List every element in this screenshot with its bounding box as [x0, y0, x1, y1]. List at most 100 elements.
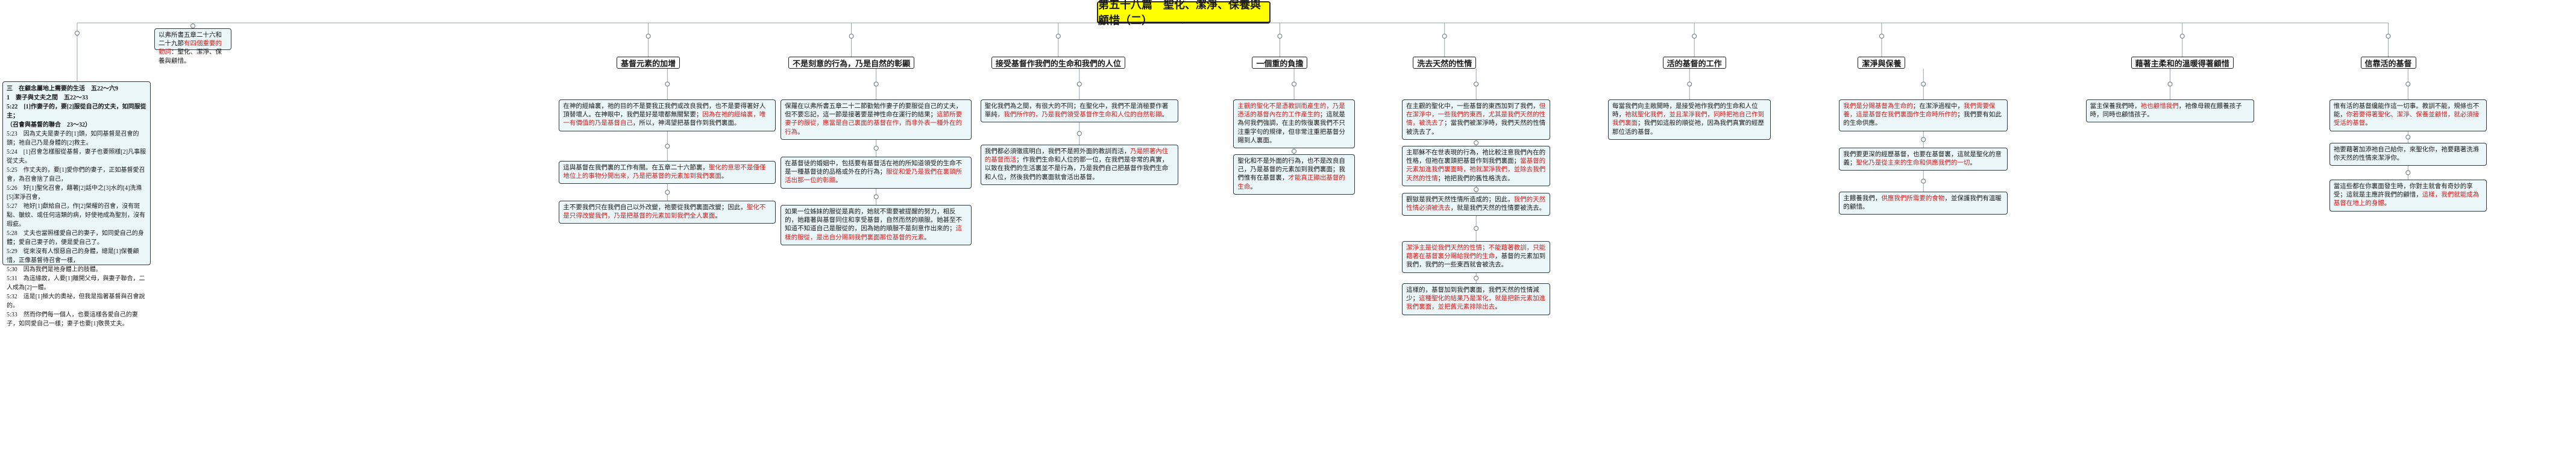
connector-node: [849, 34, 854, 39]
connector-node: [665, 190, 670, 195]
diagram-title: 第五十八篇 聖化、潔淨、保養與顧惜（二）: [1097, 0, 1271, 27]
note-text: 我們都必須徹底明白，我們不是照外面的教訓而活，: [984, 148, 1131, 155]
connector-node: [646, 34, 651, 39]
note-text: 在主觀的聖化中，一些基督的東西加到了我們，: [1406, 103, 1539, 110]
branch-3-note-1: 聖化我們為之間，有很大的不同；在聖化中，我們不是消極要作著單純，我們所作的，乃是…: [980, 99, 1178, 123]
connector-node: [1474, 140, 1479, 145]
note-text: ；祂把我們的舊性格洗去。: [1437, 175, 1514, 182]
branch-4-note-2: 聖化和不是外面的行為，也不是改良自己，乃是基督的元素加到我們裏面；我們惟有在基督…: [1233, 154, 1355, 195]
note-text: 。: [721, 173, 728, 180]
branch-head-1: 基督元素的加增: [617, 57, 680, 69]
note-text: 。: [924, 234, 931, 241]
connector-node: [873, 146, 879, 151]
highlight-text: ，我們所作的，乃是我們領受基督作生命和人位的自然彰顯: [997, 111, 1162, 119]
branch-4-note-1: 主觀的聖化不是憑教訓而產生的，乃是憑活的基督內在的工作產生的；這就是為何我們強調…: [1233, 99, 1355, 148]
scripture-line: 5:27 祂好[1]獻給自己，作[2]榮耀的召會，沒有斑點、皺紋、或任何這類的病…: [7, 203, 145, 228]
note-text: 如果一位姊妹的服從是真的，她就不需要被提醒的努力，相反的，她藉著與基督同住和享受…: [785, 209, 963, 233]
highlight-text: 我們是分賜基督為生命的: [1843, 103, 1913, 110]
connector-node: [665, 81, 670, 87]
branch-8-note-1: 當主保養我們時，祂也顧惜我們，祂像母親在餵養孩子時，同時也顧惜孩子。: [2085, 99, 2255, 123]
branch-5-note-5: 這樣的，基督加到我們裏面，我們天然的性情減少；這種聖化的結果乃是潔化，就是把新元…: [1402, 283, 1551, 315]
connector-node: [873, 81, 879, 87]
scripture-line: 5:23 因為丈夫是妻子的[1]頭，如同基督是召會的頭；祂自己乃是身體的[2]救…: [7, 131, 139, 146]
scripture-line: 5:30 因為我們是祂身體上的肢體。: [7, 266, 102, 273]
branch-head-6: 活的基督的工作: [1662, 57, 1726, 69]
scripture-line: 5:24 [1]召會怎樣服從基督，妻子也要照樣[2]凡事服從丈夫。: [7, 149, 146, 165]
branch-2-note-2: 在基督徒的婚姻中，包括要有基督活在祂的所知道領受的生命不是一種基督徒的品格或外在…: [781, 157, 972, 189]
connector-node: [1879, 34, 1884, 39]
connector-node: [1692, 34, 1697, 39]
branch-5-note-1: 在主觀的聖化中，一些基督的東西加到了我們，但在潔淨中，一些我們的東西，尤其是我們…: [1402, 99, 1551, 140]
branch-9-note-1: 惟有活的基督纔能作這一切事。教訓不能，規條也不能，你若要得著聖化、潔淨、保養並顧…: [2329, 99, 2487, 131]
branch-7-note-3: 主餵養我們，供應我們所需要的食物，並保護我們有溫暖的顧惜。: [1839, 192, 2008, 215]
scripture-line: 5:31 為這緣故，人要[1]離開父母，與妻子聯合，二人成為[2]一體。: [7, 275, 145, 291]
connector-node: [1292, 149, 1297, 154]
branch-head-5: 洗去天然的性情: [1413, 57, 1477, 69]
connector-node: [2179, 34, 2185, 39]
branch-6-note-1: 每當我們向主敞開時，是接受祂作我們的生命和人位時，祂就聖化我們，並且潔淨我們，同…: [1608, 99, 1771, 140]
scripture-line: 5:32 這是[1]極大的奧祕，但我是指著基督與召會說的。: [7, 294, 145, 309]
connector-node: [873, 194, 879, 199]
connector-node: [1292, 81, 1297, 87]
connector-node: [1474, 187, 1479, 192]
connector-node: [1055, 34, 1061, 39]
branch-2-note-3: 如果一位姊妹的服從是真的，她就不需要被提醒的努力，相反的，她藉著與基督同住和享受…: [781, 205, 972, 245]
note-text: 這與基督在我們裏的工作有關。在五章二十六節裏，: [563, 165, 709, 171]
note-text: 。: [835, 177, 842, 184]
mind-map: 第五十八篇 聖化、潔淨、保養與顧惜（二） 三 在顧念屬地上需要的生活 五22～六…: [0, 0, 2576, 449]
scripture-line: 5:25 作丈夫的，要[1]愛你們的妻子，正如基督愛召會，為召會捨了自己，: [7, 167, 145, 183]
branch-head-9: 信靠活的基督: [2360, 57, 2416, 69]
note-text: 主不要我們只在我們自己以外改變，祂要從我們裏面改變；因此，: [563, 204, 747, 211]
scripture-line: 5:29 從來沒有人恨惡自己的身體，總是[1]保養顧惜，正像基督待召會一樣，: [7, 248, 139, 264]
note-text: 。: [715, 213, 721, 220]
branch-9-note-2: 祂要藉著加添祂自己給你，來聖化你，祂要藉著洗滌你天然的性情來潔淨你。: [2329, 143, 2487, 166]
connector-node: [1474, 81, 1479, 87]
branch-3-note-2: 我們都必須徹底明白，我們不是照外面的教訓而活，乃是照著內住的基督而活；作我們生命…: [980, 145, 1178, 185]
branch-5-note-4: 潔淨主是從我們天然的性情；不能藉著教訓，只能藉著在基督裏分賜給我們的生命，基督的…: [1402, 241, 1551, 273]
connector-node: [2167, 81, 2173, 87]
branch-2-note-1: 保羅在以弗所書五章二十二節勸勉作妻子的要服從自己的丈夫，但不要忘記，這一節是接著…: [781, 99, 972, 140]
branch-7-note-1: 我們是分賜基督為生命的；在潔淨過程中，我們需要保養，這是基督在我們裏面作生命時所…: [1839, 99, 2008, 131]
connector-node: [2386, 34, 2391, 39]
branch-head-8: 藉著主柔和的溫暖得著顧惜: [2131, 57, 2234, 69]
note-text: ；在潔淨過程中，: [1912, 103, 1964, 110]
connector-node: [1076, 131, 1082, 136]
connector-node: [1474, 226, 1479, 231]
note-text: 。: [1495, 304, 1501, 311]
branch-7-note-2: 我們要更深的經歷基督，也要在基督裏，這就是聖化的意義；聖化乃是從主來的生命和供應…: [1839, 148, 2008, 171]
scripture-line: 5:28 丈夫也當照樣愛自己的妻子，如同愛自己的身體；愛自己妻子的，便是愛自己了…: [7, 230, 144, 246]
scripture-line: （召會與基督的聯合 23～32）: [7, 122, 91, 128]
branch-head-3: 接受基督作我們的生命和我們的人位: [991, 57, 1125, 69]
scripture-line: 5:33 然而你們每一個人，也要這樣各愛自己的妻子，如同愛自己一樣；妻子也要[1…: [7, 312, 138, 327]
branch-9-note-3: 當這些都在你裏面發生時，你對主就會有奇妙的享受；這就是主應許我們的顧惜，這樣，我…: [2329, 180, 2487, 212]
connector-node: [665, 143, 670, 149]
connector-node: [1921, 178, 1926, 184]
connector-node: [1921, 137, 1926, 142]
connector-node: [1277, 34, 1283, 39]
branch-1-note-2: 這與基督在我們裏的工作有關。在五章二十六節裏，聖化的意思不是僅僅地位上的事物分開…: [559, 161, 776, 184]
connector-node: [1474, 275, 1479, 281]
connector-node: [1921, 81, 1926, 87]
note-text: ，所以，神渴望把基督作到我們裏面。: [632, 120, 741, 127]
highlight-text: 這種聖化的結果乃是潔化，就是把新元素加進我們裏面，並把舊元素排除出去: [1406, 295, 1546, 311]
note-text: 。: [1161, 111, 1169, 119]
highlight-text: 供應我們所需要的食物: [1881, 195, 1945, 202]
branch-head-7: 潔淨與保養: [1858, 57, 1906, 69]
note-text: 。: [2365, 120, 2372, 127]
branch-1-note-1: 在神的經綸裏，祂的目的不是要我正我們或改良我們，也不是要得著好人頂替壞人。在神眼…: [559, 99, 776, 131]
connector-node: [1076, 81, 1082, 87]
scripture-line: 5:22 [1]作妻子的，要[2]服從自己的丈夫，如同服從主；: [7, 104, 146, 119]
note-text: ，就是我們天然的性情要被洗去。: [1450, 205, 1546, 212]
connector-node: [2405, 81, 2411, 87]
branch-1-note-3: 主不要我們只在我們自己以外改變，祂要從我們裏面改變；因此，聖化不是只得改變我們，…: [559, 201, 776, 224]
note-text: 主餵養我們，: [1843, 195, 1882, 202]
note-text: 祂要藉著加添祂自己給你，來聖化你，祂要藉著洗滌你天然的性情來潔淨你。: [2333, 146, 2480, 162]
connector-node: [1687, 81, 1692, 87]
highlight-text: 你若要得著聖化、潔淨、保養並顧惜，就必須接受活的基督: [2333, 111, 2480, 127]
scripture-line: 5:26 好[1]聖化召會，藉著[2]話中之[3]水的[4]洗滌[5]潔淨召會，: [7, 185, 142, 201]
note-text: 保羅在以弗所書五章二十二節勸勉作妻子的要服從自己的丈夫，但不要忘記，這一節是接著…: [785, 103, 963, 119]
connector-node: [2405, 170, 2411, 175]
highlight-text: 聖化乃是從主來的生命和供應我們的一切: [1856, 160, 1970, 167]
branch-head-2: 不是刻意的行為，乃是自然的彰顯: [788, 57, 915, 69]
note-text: 觀獄是我們天然性情所造成的；因此，: [1406, 196, 1514, 203]
